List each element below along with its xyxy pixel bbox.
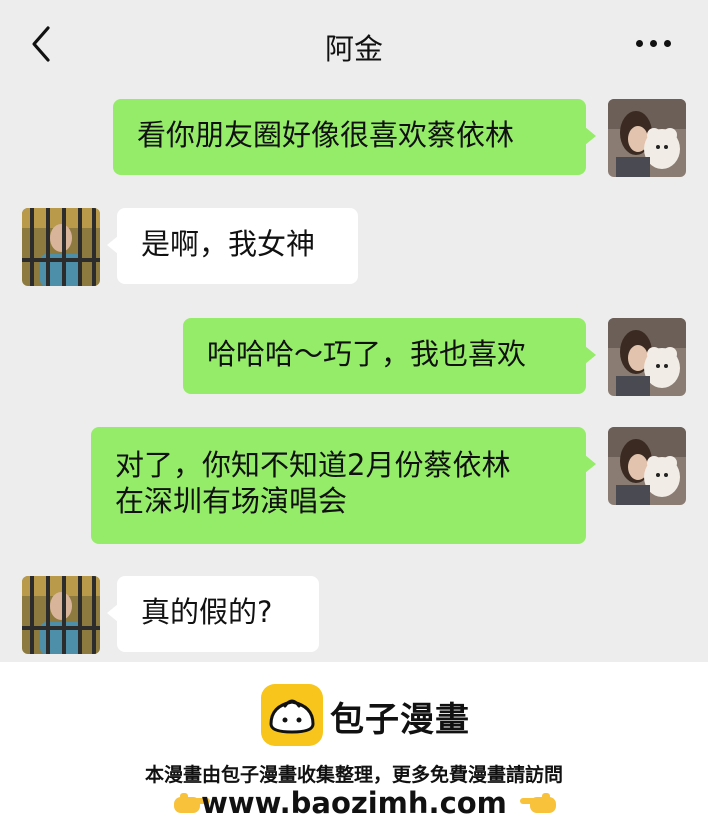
message-text: 是啊，我女神 [141, 227, 316, 261]
message-bubble-sent[interactable]: 看你朋友圈好像很喜欢蔡依林 [113, 99, 596, 175]
message-text-line: 在深圳有场演唱会 [115, 484, 348, 518]
brand-name: 包子漫畫 [330, 700, 470, 740]
more-dot-icon [650, 40, 657, 47]
pointing-left-hand-icon [520, 793, 556, 813]
message-text: 哈哈哈～巧了，我也喜欢 [207, 337, 527, 371]
site-url-link[interactable]: www.baozimh.com [0, 786, 708, 820]
message-text: 真的假的? [141, 595, 273, 629]
message-bubble-received[interactable]: 真的假的? [107, 576, 319, 652]
watermark-notice: 本漫畫由包子漫畫收集整理，更多免費漫畫請訪問 [144, 764, 563, 786]
avatar-self[interactable] [608, 99, 686, 177]
chat-header: 阿金 [0, 0, 708, 88]
self-avatar-image [608, 318, 686, 396]
chat-title: 阿金 [324, 32, 383, 66]
self-avatar-image [608, 99, 686, 177]
contact-avatar-image [22, 208, 100, 286]
more-dot-icon [636, 40, 643, 47]
avatar-self[interactable] [608, 427, 686, 505]
bun-logo-icon [261, 684, 323, 746]
more-options-button[interactable] [634, 36, 674, 52]
self-avatar-image [608, 427, 686, 505]
watermark-footer: 包子漫畫 本漫畫由包子漫畫收集整理，更多免費漫畫請訪問 www.baozimh.… [0, 662, 708, 840]
avatar-self[interactable] [608, 318, 686, 396]
contact-avatar-image [22, 576, 100, 654]
message-bubble-sent[interactable]: 哈哈哈～巧了，我也喜欢 [183, 318, 596, 394]
message-bubble-received[interactable]: 是啊，我女神 [107, 208, 358, 284]
message-text-line: 对了，你知不知道2月份蔡依林 [115, 448, 511, 482]
message-text: 看你朋友圈好像很喜欢蔡依林 [137, 118, 515, 152]
avatar-contact[interactable] [22, 208, 100, 286]
message-bubble-sent[interactable]: 对了，你知不知道2月份蔡依林 在深圳有场演唱会 [91, 427, 596, 544]
avatar-contact[interactable] [22, 576, 100, 654]
more-dot-icon [664, 40, 671, 47]
message-list[interactable]: 看你朋友圈好像很喜欢蔡依林 是啊，我女神 哈哈哈～巧了，我也喜欢 对了，你知不知… [0, 88, 708, 662]
